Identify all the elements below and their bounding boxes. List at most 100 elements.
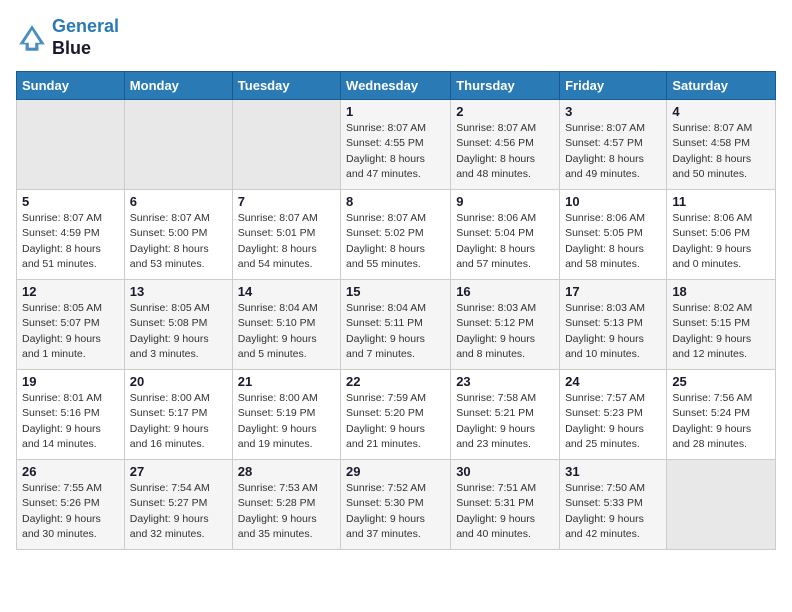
calendar-body: 1 Sunrise: 8:07 AM Sunset: 4:55 PM Daylig… [17,100,776,550]
calendar-cell: 17 Sunrise: 8:03 AM Sunset: 5:13 PM Dayli… [560,280,667,370]
day-number: 16 [456,284,554,299]
day-info: Sunrise: 7:57 AM Sunset: 5:23 PM Dayligh… [565,391,661,452]
day-number: 5 [22,194,119,209]
day-info: Sunrise: 7:59 AM Sunset: 5:20 PM Dayligh… [346,391,445,452]
calendar-cell: 28 Sunrise: 7:53 AM Sunset: 5:28 PM Dayli… [232,460,340,550]
calendar-cell: 7 Sunrise: 8:07 AM Sunset: 5:01 PM Daylig… [232,190,340,280]
calendar-cell: 19Sunrise: 8:01 AM Sunset: 5:16 PM Dayli… [17,370,125,460]
calendar-cell: 4Sunrise: 8:07 AM Sunset: 4:58 PM Daylig… [667,100,776,190]
day-number: 31 [565,464,661,479]
header-day-saturday: Saturday [667,72,776,100]
day-number: 4 [672,104,770,119]
calendar-cell: 16 Sunrise: 8:03 AM Sunset: 5:12 PM Dayli… [451,280,560,370]
day-number: 19 [22,374,119,389]
day-info: Sunrise: 8:07 AM Sunset: 5:02 PM Dayligh… [346,211,445,272]
day-number: 18 [672,284,770,299]
calendar-cell: 6 Sunrise: 8:07 AM Sunset: 5:00 PM Daylig… [124,190,232,280]
day-number: 17 [565,284,661,299]
week-row-3: 19Sunrise: 8:01 AM Sunset: 5:16 PM Dayli… [17,370,776,460]
calendar-cell: 24 Sunrise: 7:57 AM Sunset: 5:23 PM Dayli… [560,370,667,460]
day-info: Sunrise: 7:56 AM Sunset: 5:24 PM Dayligh… [672,391,770,452]
calendar-cell: 20 Sunrise: 8:00 AM Sunset: 5:17 PM Dayli… [124,370,232,460]
day-number: 6 [130,194,227,209]
calendar-cell: 13 Sunrise: 8:05 AM Sunset: 5:08 PM Dayli… [124,280,232,370]
header-day-wednesday: Wednesday [341,72,451,100]
header-row: SundayMondayTuesdayWednesdayThursdayFrid… [17,72,776,100]
calendar-cell: 25 Sunrise: 7:56 AM Sunset: 5:24 PM Dayli… [667,370,776,460]
header-day-thursday: Thursday [451,72,560,100]
day-info: Sunrise: 8:05 AM Sunset: 5:08 PM Dayligh… [130,301,227,362]
calendar-cell: 31 Sunrise: 7:50 AM Sunset: 5:33 PM Dayli… [560,460,667,550]
week-row-4: 26 Sunrise: 7:55 AM Sunset: 5:26 PM Dayli… [17,460,776,550]
calendar-cell: 2Sunrise: 8:07 AM Sunset: 4:56 PM Daylig… [451,100,560,190]
calendar-cell: 5 Sunrise: 8:07 AM Sunset: 4:59 PM Daylig… [17,190,125,280]
day-number: 24 [565,374,661,389]
header-day-monday: Monday [124,72,232,100]
calendar-cell: 30 Sunrise: 7:51 AM Sunset: 5:31 PM Dayli… [451,460,560,550]
day-info: Sunrise: 8:06 AM Sunset: 5:06 PM Dayligh… [672,211,770,272]
calendar-cell: 15Sunrise: 8:04 AM Sunset: 5:11 PM Dayli… [341,280,451,370]
day-number: 10 [565,194,661,209]
day-info: Sunrise: 8:00 AM Sunset: 5:17 PM Dayligh… [130,391,227,452]
calendar-cell: 12Sunrise: 8:05 AM Sunset: 5:07 PM Dayli… [17,280,125,370]
day-number: 7 [238,194,335,209]
day-number: 26 [22,464,119,479]
calendar-cell: 21Sunrise: 8:00 AM Sunset: 5:19 PM Dayli… [232,370,340,460]
day-info: Sunrise: 8:06 AM Sunset: 5:04 PM Dayligh… [456,211,554,272]
day-info: Sunrise: 8:07 AM Sunset: 4:57 PM Dayligh… [565,121,661,182]
day-info: Sunrise: 8:00 AM Sunset: 5:19 PM Dayligh… [238,391,335,452]
day-info: Sunrise: 8:07 AM Sunset: 4:59 PM Dayligh… [22,211,119,272]
calendar-cell [124,100,232,190]
day-number: 20 [130,374,227,389]
day-number: 1 [346,104,445,119]
day-info: Sunrise: 8:07 AM Sunset: 5:01 PM Dayligh… [238,211,335,272]
day-info: Sunrise: 8:04 AM Sunset: 5:10 PM Dayligh… [238,301,335,362]
day-info: Sunrise: 8:02 AM Sunset: 5:15 PM Dayligh… [672,301,770,362]
day-number: 30 [456,464,554,479]
day-info: Sunrise: 8:05 AM Sunset: 5:07 PM Dayligh… [22,301,119,362]
calendar-cell [667,460,776,550]
day-number: 3 [565,104,661,119]
day-number: 28 [238,464,335,479]
day-info: Sunrise: 7:52 AM Sunset: 5:30 PM Dayligh… [346,481,445,542]
calendar-cell: 18 Sunrise: 8:02 AM Sunset: 5:15 PM Dayli… [667,280,776,370]
calendar-cell: 11Sunrise: 8:06 AM Sunset: 5:06 PM Dayli… [667,190,776,280]
calendar-cell: 3 Sunrise: 8:07 AM Sunset: 4:57 PM Daylig… [560,100,667,190]
logo: General Blue [16,16,119,59]
calendar-header: SundayMondayTuesdayWednesdayThursdayFrid… [17,72,776,100]
calendar-cell: 10 Sunrise: 8:06 AM Sunset: 5:05 PM Dayli… [560,190,667,280]
day-info: Sunrise: 7:50 AM Sunset: 5:33 PM Dayligh… [565,481,661,542]
day-info: Sunrise: 8:06 AM Sunset: 5:05 PM Dayligh… [565,211,661,272]
calendar-table: SundayMondayTuesdayWednesdayThursdayFrid… [16,71,776,550]
day-info: Sunrise: 7:55 AM Sunset: 5:26 PM Dayligh… [22,481,119,542]
calendar-cell: 14 Sunrise: 8:04 AM Sunset: 5:10 PM Dayli… [232,280,340,370]
header-day-sunday: Sunday [17,72,125,100]
day-number: 13 [130,284,227,299]
day-info: Sunrise: 8:07 AM Sunset: 4:56 PM Dayligh… [456,121,554,182]
calendar-cell: 22Sunrise: 7:59 AM Sunset: 5:20 PM Dayli… [341,370,451,460]
logo-icon [16,22,48,54]
week-row-0: 1 Sunrise: 8:07 AM Sunset: 4:55 PM Daylig… [17,100,776,190]
calendar-cell: 29Sunrise: 7:52 AM Sunset: 5:30 PM Dayli… [341,460,451,550]
day-info: Sunrise: 8:03 AM Sunset: 5:13 PM Dayligh… [565,301,661,362]
calendar-cell: 9Sunrise: 8:06 AM Sunset: 5:04 PM Daylig… [451,190,560,280]
day-info: Sunrise: 7:53 AM Sunset: 5:28 PM Dayligh… [238,481,335,542]
day-number: 25 [672,374,770,389]
calendar-cell: 27Sunrise: 7:54 AM Sunset: 5:27 PM Dayli… [124,460,232,550]
calendar-cell: 26 Sunrise: 7:55 AM Sunset: 5:26 PM Dayli… [17,460,125,550]
day-number: 23 [456,374,554,389]
week-row-1: 5 Sunrise: 8:07 AM Sunset: 4:59 PM Daylig… [17,190,776,280]
day-number: 14 [238,284,335,299]
day-info: Sunrise: 8:07 AM Sunset: 5:00 PM Dayligh… [130,211,227,272]
day-number: 27 [130,464,227,479]
day-number: 8 [346,194,445,209]
page-header: General Blue [16,16,776,59]
calendar-cell: 23Sunrise: 7:58 AM Sunset: 5:21 PM Dayli… [451,370,560,460]
logo-text: General Blue [52,16,119,59]
calendar-cell: 1 Sunrise: 8:07 AM Sunset: 4:55 PM Daylig… [341,100,451,190]
day-info: Sunrise: 7:51 AM Sunset: 5:31 PM Dayligh… [456,481,554,542]
day-number: 15 [346,284,445,299]
header-day-tuesday: Tuesday [232,72,340,100]
day-info: Sunrise: 8:07 AM Sunset: 4:55 PM Dayligh… [346,121,445,182]
day-info: Sunrise: 8:03 AM Sunset: 5:12 PM Dayligh… [456,301,554,362]
